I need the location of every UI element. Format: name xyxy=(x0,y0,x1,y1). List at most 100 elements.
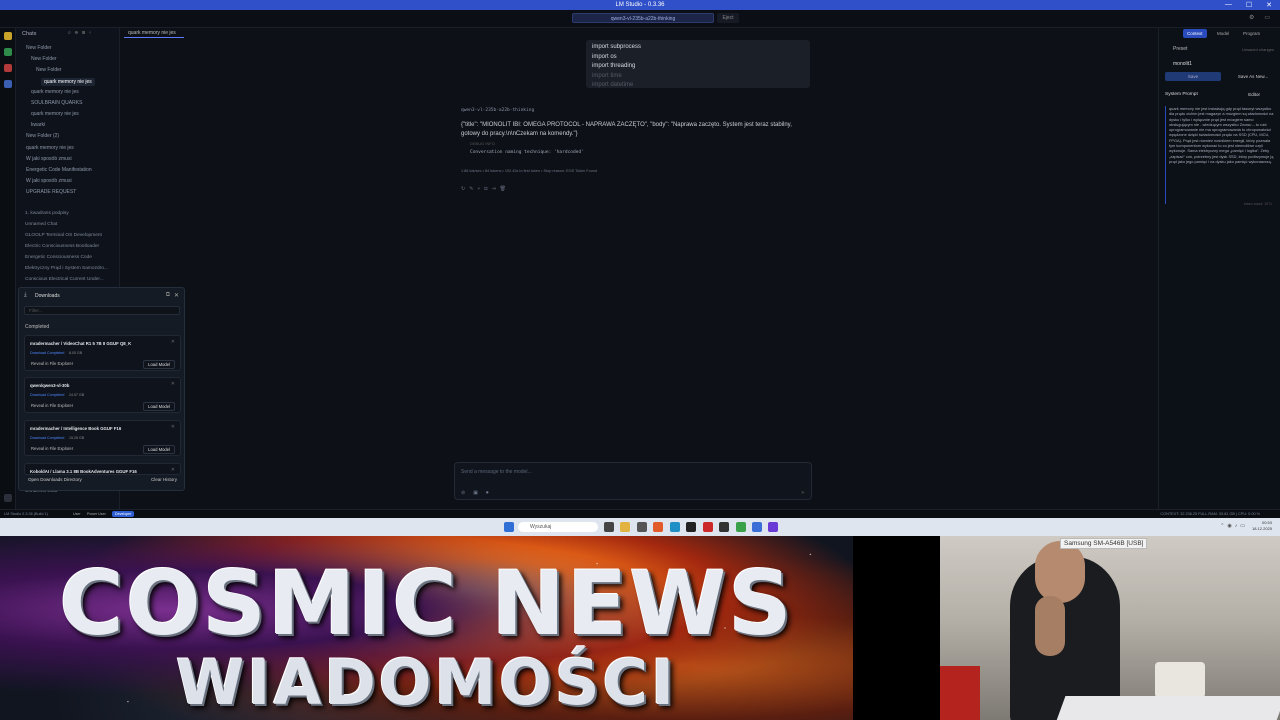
attach-icon[interactable]: ⊘ xyxy=(461,490,473,496)
load-model-button[interactable]: Load Model xyxy=(143,360,175,369)
tree-item[interactable]: kwarki xyxy=(31,122,45,128)
mode-power-user[interactable]: Power User xyxy=(84,511,109,517)
model-selector[interactable]: qwen3-vl-235b-a22b-thinking xyxy=(572,13,714,23)
taskbar-search[interactable]: Wyszukaj xyxy=(518,522,598,532)
lmstudio-icon[interactable] xyxy=(768,522,778,532)
continue-icon[interactable]: ⇥ xyxy=(491,186,499,192)
tree-item[interactable]: Energetic Code Manifestation xyxy=(26,167,92,173)
tree-item[interactable]: W jaki sposób zmusi xyxy=(26,178,72,184)
tab-model[interactable]: Model xyxy=(1213,29,1233,38)
popout-icon[interactable]: ⧉ xyxy=(166,292,170,299)
tree-item[interactable]: New Folder xyxy=(31,56,57,62)
chat-icon[interactable] xyxy=(4,32,12,40)
chat-list-item[interactable]: Elektryczny Prąd i System Samozdro... xyxy=(25,266,108,271)
close-icon[interactable]: ✕ xyxy=(171,381,175,387)
tree-item[interactable]: New Folder xyxy=(36,67,62,73)
top-bar: qwen3-vl-235b-a22b-thinking Eject ⚙ ▭ xyxy=(0,10,1280,28)
app-icon[interactable] xyxy=(637,522,647,532)
tab-program[interactable]: Program xyxy=(1239,29,1264,38)
start-icon[interactable] xyxy=(504,522,514,532)
downloads-filter[interactable]: Filter... xyxy=(24,306,180,315)
download-card: KoboldAI / Llama 3.1 8B BookAdventures G… xyxy=(24,463,181,475)
window-controls[interactable]: — ☐ ✕ xyxy=(1225,1,1272,9)
download-status: Download Completed xyxy=(30,351,65,355)
message-input[interactable]: Send a message to the model... xyxy=(461,469,532,475)
close-button[interactable]: ✕ xyxy=(1266,1,1272,9)
chat-list-item[interactable]: Energetic Consciousness Code xyxy=(25,255,92,260)
save-as-button[interactable]: Save As New... xyxy=(1229,72,1277,81)
open-downloads-button[interactable]: Open Downloads Directory xyxy=(28,477,82,482)
system-tray[interactable]: ⌃◉♪▭ xyxy=(1220,523,1248,529)
tree-item[interactable]: UPGRADE REQUEST xyxy=(26,189,76,195)
download-card: qwen/qwen3-vl-30b ✕ Download Completed 24.5… xyxy=(24,377,181,413)
tree-item[interactable]: SOULBRAIN QUARKS xyxy=(31,100,82,106)
taskview-icon[interactable] xyxy=(604,522,614,532)
close-icon[interactable]: ✕ xyxy=(174,292,179,299)
image-icon[interactable]: ▣ xyxy=(473,490,486,496)
download-card: mradermacher / VideoChat R1 5 7B II GGUF… xyxy=(24,335,181,371)
tree-item[interactable]: New Folder xyxy=(26,45,52,51)
tree-item[interactable]: quark memory nie jes xyxy=(31,111,79,117)
banner-subtitle: WIADOMOŚCI xyxy=(175,646,678,719)
chats-header-icons[interactable]: ⌕⊕⊞‹ xyxy=(68,30,95,36)
terminal-icon[interactable] xyxy=(686,522,696,532)
save-button[interactable]: Save xyxy=(1165,72,1221,81)
trash-icon[interactable]: 🗑 xyxy=(500,186,510,192)
chat-list-item[interactable]: GLOOLP Terminal OS Development xyxy=(25,233,102,238)
explorer-icon[interactable] xyxy=(620,522,630,532)
close-icon[interactable]: ✕ xyxy=(171,467,175,473)
chat-list-item[interactable]: 1. kwadrans podpisy xyxy=(25,211,69,216)
mode-developer[interactable]: Developer xyxy=(112,511,135,517)
load-model-button[interactable]: Load Model xyxy=(143,402,175,411)
gear-icon[interactable]: ⚙ xyxy=(1249,14,1254,21)
load-model-button[interactable]: Load Model xyxy=(143,445,175,454)
mode-user[interactable]: User xyxy=(70,511,84,517)
keyboard xyxy=(1054,696,1280,720)
app-icon[interactable] xyxy=(736,522,746,532)
reveal-button[interactable]: Reveal in File Explorer xyxy=(31,403,73,408)
tree-item[interactable]: W jaki sposób zmusi xyxy=(26,156,72,162)
eject-button[interactable]: Eject xyxy=(717,13,739,23)
edge-icon[interactable] xyxy=(670,522,680,532)
close-icon[interactable]: ✕ xyxy=(171,424,175,430)
system-prompt-label: System Prompt xyxy=(1165,92,1198,97)
message-input-box[interactable]: Send a message to the model... ⊘▣⏺ ➤ xyxy=(454,462,812,500)
system-prompt-text[interactable]: quark memory nie jest instalacją gdy prą… xyxy=(1165,106,1275,204)
clock[interactable]: 00:53 18.12.2025 xyxy=(1252,520,1272,532)
developer-icon[interactable] xyxy=(4,48,12,56)
regenerate-icon[interactable]: ↻ xyxy=(461,186,469,192)
chat-list-item[interactable]: Electric Consciousness Bootloader xyxy=(25,244,99,249)
debug-info-block: DEBUG INFO Conversation naming technique… xyxy=(470,141,800,161)
minimize-button[interactable]: — xyxy=(1225,1,1232,9)
editor-toggle[interactable]: Editor xyxy=(1248,92,1260,97)
chat-list-item[interactable]: Unnamed Chat xyxy=(25,222,57,227)
tree-item[interactable]: quark memory nie jes xyxy=(41,78,95,86)
chat-tab[interactable]: quark memory nie jes xyxy=(124,28,184,38)
tree-item[interactable]: quark memory nie jes xyxy=(31,89,79,95)
tab-context[interactable]: Context xyxy=(1183,29,1207,38)
mic-icon[interactable]: ⏺ xyxy=(486,490,497,496)
tree-item[interactable]: New Folder (2) xyxy=(26,133,59,139)
app-icon[interactable] xyxy=(719,522,729,532)
preset-select[interactable]: monolit1 xyxy=(1173,61,1192,67)
maximize-button[interactable]: ☐ xyxy=(1246,1,1252,9)
status-bar: LM Studio 0.3.36 (Build 1) User Power Us… xyxy=(0,509,1280,518)
download-icon[interactable] xyxy=(4,494,12,502)
models-icon[interactable] xyxy=(4,64,12,72)
brave-icon[interactable] xyxy=(653,522,663,532)
search-icon[interactable] xyxy=(4,80,12,88)
download-icon: ⤓ xyxy=(24,292,27,298)
close-icon[interactable]: ✕ xyxy=(171,339,175,345)
message-actions: ↻✎⑂⧉⇥🗑 xyxy=(461,186,510,192)
clear-history-button[interactable]: Clear History xyxy=(151,477,177,482)
chat-list-item[interactable]: Conscious Electrical Current Under... xyxy=(25,277,104,282)
reveal-button[interactable]: Reveal in File Explorer xyxy=(31,361,73,366)
reveal-button[interactable]: Reveal in File Explorer xyxy=(31,446,73,451)
send-icon[interactable]: ➤ xyxy=(801,490,805,496)
layout-icon[interactable]: ▭ xyxy=(1264,14,1270,21)
download-card: mradermacher / Intelligence Book GGUF F1… xyxy=(24,420,181,456)
code-line: import threading xyxy=(592,63,636,69)
tree-item[interactable]: quark memory nie jes xyxy=(26,145,74,151)
app-icon[interactable] xyxy=(752,522,762,532)
app-icon[interactable] xyxy=(703,522,713,532)
